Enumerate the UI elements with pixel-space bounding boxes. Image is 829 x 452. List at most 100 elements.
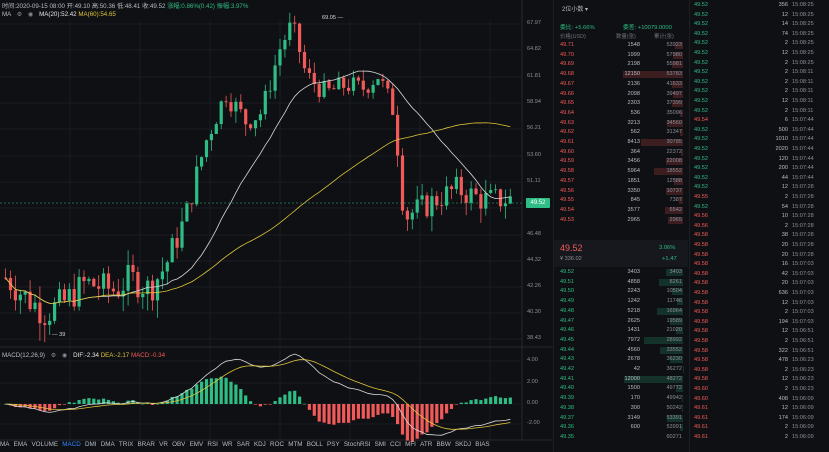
depth-label[interactable]: 2位小数 (562, 7, 583, 13)
gear-icon[interactable]: ⚙ (51, 352, 57, 359)
ask-row[interactable]: 49.71 1548 53923 (554, 41, 688, 50)
ask-row[interactable]: 49.65 2303 37399 (554, 99, 688, 108)
indicator-tab-atr[interactable]: ATR (420, 441, 432, 448)
ask-row[interactable]: 49.55 845 7387 (554, 196, 688, 205)
bid-row[interactable]: 49.36 600 53991 (554, 423, 688, 432)
candle-body (376, 79, 380, 85)
bid-row[interactable]: 49.37 3149 53391 (554, 414, 688, 423)
macd-histogram-bar (454, 404, 458, 405)
bid-row[interactable]: 49.51 4858 8261 (554, 278, 688, 287)
ask-row[interactable]: 49.64 536 35096 (554, 109, 688, 118)
trade-price: 49.52 (694, 11, 708, 18)
indicator-tab-macd[interactable]: MACD (62, 441, 81, 448)
candle-body (23, 291, 27, 295)
indicator-tab-mtm[interactable]: MTM (288, 441, 302, 448)
indicator-tab-ema[interactable]: EMA (14, 441, 28, 448)
price-tick-label: 64.82 (527, 46, 541, 52)
macd-histogram-bar (445, 404, 449, 414)
candle-body (454, 176, 458, 190)
bid-row[interactable]: 49.40 1500 49772 (554, 384, 688, 393)
macd-histogram-bar (302, 403, 307, 405)
order-price: 49.48 (560, 307, 574, 314)
candlestick-chart[interactable]: 69.05 — — 39 (0, 0, 553, 452)
indicator-tab-wr[interactable]: WR (222, 441, 233, 448)
indicator-tab-boll[interactable]: BOLL (307, 441, 323, 448)
indicator-tab-emv[interactable]: EMV (190, 441, 204, 448)
ask-row[interactable]: 49.57 1851 12588 (554, 177, 688, 186)
trade-price: 49.61 (694, 414, 708, 421)
order-price: 49.45 (560, 336, 574, 343)
indicator-tab-mfi[interactable]: MFI (405, 441, 416, 448)
ask-row[interactable]: 49.61 8413 30785 (554, 138, 688, 147)
trade-row: 49.58 12 15:07:03 (690, 299, 829, 308)
order-price: 49.43 (560, 356, 574, 363)
bid-row[interactable]: 49.52 3403 3403 (554, 268, 688, 277)
indicator-tab-ma[interactable]: MA (0, 441, 9, 448)
eye-icon[interactable]: ◉ (62, 352, 67, 359)
indicator-tab-obv[interactable]: OBV (172, 441, 185, 448)
trade-time: 15:08:25 (792, 2, 814, 8)
macd-tick-label: 2.00 (527, 379, 538, 385)
eye-icon[interactable]: ◉ (28, 11, 33, 18)
ask-row[interactable]: 49.67 2136 41633 (554, 80, 688, 89)
bid-row[interactable]: 49.45 7972 28992 (554, 336, 688, 345)
bid-row[interactable]: 49.47 2625 19589 (554, 317, 688, 326)
bid-row[interactable]: 49.42 42 36272 (554, 365, 688, 374)
bid-row[interactable]: 49.35 60271 (554, 433, 688, 442)
ask-row[interactable]: 49.62 562 31347 (554, 128, 688, 137)
indicator-tab-cci[interactable]: CCI (390, 441, 401, 448)
order-cumulative: 53923 (666, 42, 682, 48)
ask-row[interactable]: 49.68 12150 53783 (554, 70, 688, 79)
indicator-tab-bbw[interactable]: BBW (436, 441, 450, 448)
gear-icon[interactable]: ⚙ (17, 11, 23, 18)
candle-body (469, 188, 473, 203)
trade-row: 49.58 42 15:07:03 (690, 270, 829, 279)
ask-row[interactable]: 49.66 2098 39497 (554, 90, 688, 99)
indicator-tab-dma[interactable]: DMA (101, 441, 115, 448)
ask-row[interactable]: 49.59 3456 22008 (554, 157, 688, 166)
trade-price: 49.58 (694, 328, 708, 335)
ask-row[interactable]: 49.70 1999 57980 (554, 51, 688, 60)
ask-row[interactable]: 49.60 364 22372 (554, 148, 688, 157)
order-cumulative: 22008 (666, 158, 682, 165)
chart-panel[interactable]: 69.05 — — 39 时间:2020-09-15 08:00 开:49.10 … (0, 0, 553, 452)
depth-selector[interactable]: 2位小数 ▾ (562, 4, 588, 13)
candle-body (396, 114, 400, 156)
bid-row[interactable]: 49.50 2243 10504 (554, 287, 688, 296)
indicator-tab-dmi[interactable]: DMI (85, 441, 97, 448)
bid-row[interactable]: 49.44 4560 33552 (554, 346, 688, 355)
indicator-tab-smi[interactable]: SMI (375, 441, 386, 448)
indicator-tab-vr[interactable]: VR (159, 441, 168, 448)
bid-row[interactable]: 49.46 1431 21020 (554, 326, 688, 335)
indicator-tab-volume[interactable]: VOLUME (31, 441, 58, 448)
indicator-tab-stochrsi[interactable]: StochRSI (344, 441, 371, 448)
bid-row[interactable]: 49.38 300 50242 (554, 404, 688, 413)
order-qty: 2965 (627, 216, 640, 223)
indicator-tab-skdj[interactable]: SKDJ (455, 441, 471, 448)
bid-row[interactable]: 49.43 2678 36230 (554, 355, 688, 364)
ratio-label: 委比: +5.66% (560, 25, 595, 31)
ask-row[interactable]: 49.56 3350 10737 (554, 187, 688, 196)
indicator-tab-sar[interactable]: SAR (237, 441, 250, 448)
indicator-tab-kdj[interactable]: KDJ (254, 441, 266, 448)
bid-row[interactable]: 49.49 1242 11746 (554, 297, 688, 306)
trade-row: 49.52 12 15:07:28 (690, 183, 829, 192)
ask-row[interactable]: 49.54 3577 6542 (554, 206, 688, 215)
ask-row[interactable]: 49.58 5964 18552 (554, 167, 688, 176)
indicator-tab-bias[interactable]: BIAS (475, 441, 489, 448)
bid-row[interactable]: 49.39 170 49942 (554, 394, 688, 403)
indicator-tab-trix[interactable]: TRIX (119, 441, 133, 448)
order-qty: 7972 (627, 336, 640, 343)
ask-row[interactable]: 49.69 2198 55981 (554, 60, 688, 69)
bid-row[interactable]: 49.48 5218 16964 (554, 307, 688, 316)
indicator-tab-roc[interactable]: ROC (270, 441, 284, 448)
ask-row[interactable]: 49.63 3213 34560 (554, 119, 688, 128)
bid-row[interactable]: 49.41 12000 48272 (554, 375, 688, 384)
indicator-tab-psy[interactable]: PSY (327, 441, 340, 448)
indicator-tab-rsi[interactable]: RSI (207, 441, 218, 448)
trade-row: 49.52 54 15:07:28 (690, 203, 829, 212)
ask-row[interactable]: 49.53 2965 2965 (554, 216, 688, 225)
candle-body (361, 80, 365, 90)
order-price: 49.57 (560, 177, 574, 184)
indicator-tab-brar[interactable]: BRAR (137, 441, 155, 448)
